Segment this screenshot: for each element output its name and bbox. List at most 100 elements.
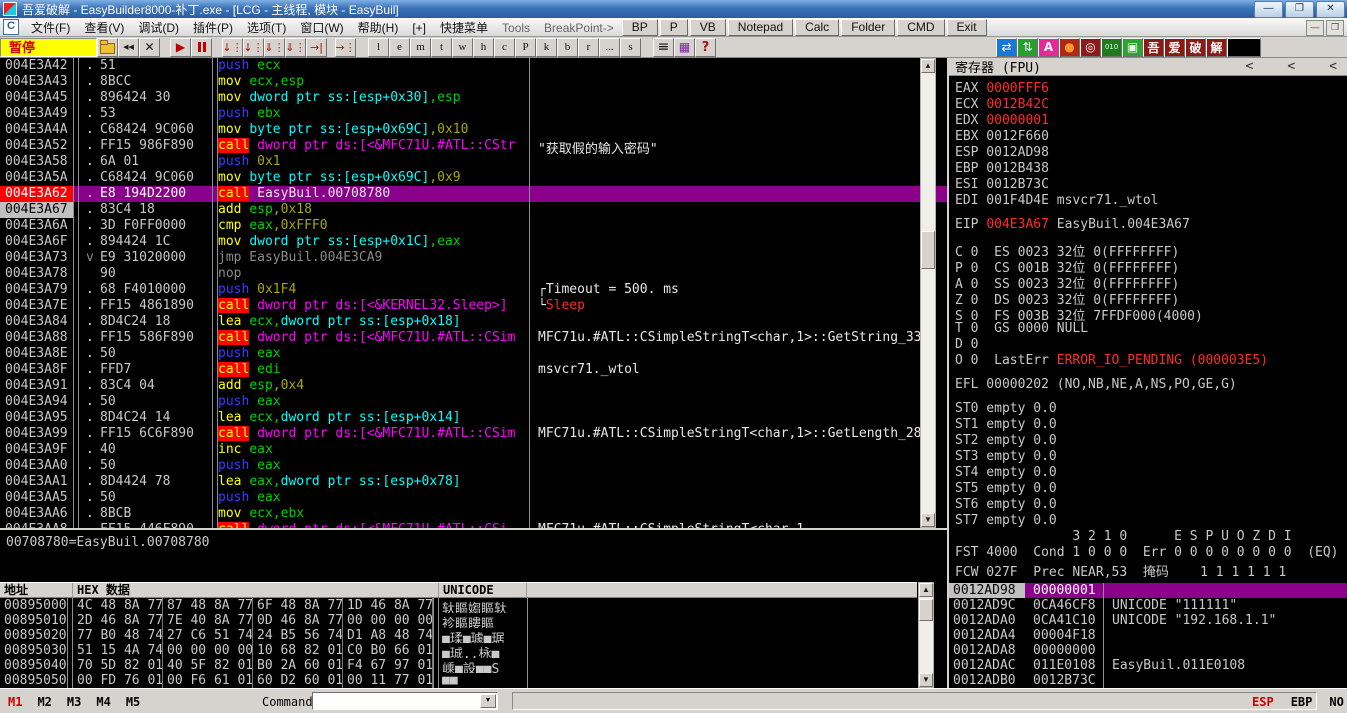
menu-item-2[interactable]: 调试(D) xyxy=(131,21,186,35)
help-button[interactable]: ? xyxy=(695,38,716,57)
run-button[interactable]: ▶ xyxy=(170,38,191,57)
menu-button-notepad[interactable]: Notepad xyxy=(728,19,793,36)
windows-button[interactable]: w xyxy=(452,38,473,57)
menu-item-4[interactable]: 选项(T) xyxy=(240,21,293,35)
disasm-row[interactable]: 004E3A6A.3D F0FF0000cmp eax,0xFFF0 xyxy=(0,218,947,234)
register-line[interactable]: ST0 empty 0.0 xyxy=(955,401,1347,417)
disasm-row[interactable]: 004E3A6F.894424 1Cmov dword ptr ss:[esp+… xyxy=(0,234,947,250)
register-line[interactable]: Z 0 DS 0023 32位 0(FFFFFFFF) xyxy=(955,289,1347,305)
references-button[interactable]: r xyxy=(578,38,599,57)
disassembly-pane[interactable]: 004E3A42.51push ecx004E3A43.8BCCmov ecx,… xyxy=(0,58,947,528)
registers-pane[interactable]: 寄存器 (FPU) <<< EAX 0000FFF6ECX 0012B42CED… xyxy=(947,58,1347,582)
register-line[interactable]: 3 2 1 0 E S P U O Z D I xyxy=(955,529,1347,545)
menu-button-p[interactable]: P xyxy=(660,19,688,36)
pause-button[interactable] xyxy=(191,38,212,57)
register-line[interactable]: FST 4000 Cond 1 0 0 0 Err 0 0 0 0 0 0 0 … xyxy=(955,545,1347,561)
menu-item-3[interactable]: 插件(P) xyxy=(186,21,240,35)
disasm-row[interactable]: 004E3A84.8D4C24 18lea ecx,dword ptr ss:[… xyxy=(0,314,947,330)
dump-row[interactable]: 0089503051 15 4A 7400 00 00 0010 68 82 0… xyxy=(0,643,917,658)
brand-wu-button[interactable]: 吾 xyxy=(1143,38,1164,57)
brand-jie-button[interactable]: 解 xyxy=(1206,38,1227,57)
menu-item-6[interactable]: 帮助(H) xyxy=(351,21,406,35)
disasm-row[interactable]: 004E3A7890nop xyxy=(0,266,947,282)
scroll-up-icon[interactable]: ▲ xyxy=(919,583,933,597)
stack-row[interactable]: 0012ADA400004F18 xyxy=(949,628,1347,643)
stack-row[interactable]: 0012ADAC011E0108EasyBuil.011E0108 xyxy=(949,658,1347,673)
trace-over-button[interactable]: ⇓⋮ xyxy=(285,38,306,57)
handles-button[interactable]: h xyxy=(473,38,494,57)
register-line[interactable]: ST1 empty 0.0 xyxy=(955,417,1347,433)
register-line[interactable]: ST6 empty 0.0 xyxy=(955,497,1347,513)
disasm-row[interactable]: 004E3A45.896424 30mov dword ptr ss:[esp+… xyxy=(0,90,947,106)
brand-ai-button[interactable]: 爱 xyxy=(1164,38,1185,57)
disasm-row[interactable]: 004E3A52.FF15 986F890call dword ptr ds:[… xyxy=(0,138,947,154)
maximize-button[interactable]: ❐ xyxy=(1285,1,1314,18)
register-line[interactable]: D 0 xyxy=(955,337,1347,353)
menu-button-exit[interactable]: Exit xyxy=(947,19,987,36)
stack-row[interactable]: 0012ADA800000000 xyxy=(949,643,1347,658)
disasm-row[interactable]: 004E3A94.50push eax xyxy=(0,394,947,410)
menu-item-0[interactable]: 文件(F) xyxy=(24,21,77,35)
disasm-row[interactable]: 004E3A73vE9 31020000jmp EasyBuil.004E3CA… xyxy=(0,250,947,266)
register-line[interactable]: ESI 0012B73C xyxy=(955,177,1347,193)
plugin-target-button[interactable]: ◎ xyxy=(1080,38,1101,57)
collapse-panel-icon[interactable]: < xyxy=(1246,59,1254,74)
stack-row[interactable]: 0012AD9C0CA46CF8UNICODE "111111" xyxy=(949,598,1347,613)
disasm-row[interactable]: 004E3A5A.C68424 9C060mov byte ptr ss:[es… xyxy=(0,170,947,186)
restart-button[interactable]: ◀◀ xyxy=(118,38,139,57)
plugin-letter-a-button[interactable]: A xyxy=(1038,38,1059,57)
dump-row[interactable]: 008950004C 48 8A 7787 48 8A 776F 48 8A 7… xyxy=(0,598,917,613)
dump-scrollbar[interactable]: ▲ ▼ xyxy=(918,582,934,688)
disasm-row[interactable]: 004E3A9F.40inc eax xyxy=(0,442,947,458)
disasm-row[interactable]: 004E3A8E.50push eax xyxy=(0,346,947,362)
disasm-row[interactable]: 004E3AA1.8D4424 78lea eax,dword ptr ss:[… xyxy=(0,474,947,490)
register-line[interactable]: ST7 empty 0.0 xyxy=(955,513,1347,529)
plugin-binary-button[interactable]: 010 xyxy=(1101,38,1122,57)
menu-button-folder[interactable]: Folder xyxy=(841,19,895,36)
cpu-window-icon[interactable]: C xyxy=(3,19,19,35)
black-box[interactable] xyxy=(1227,38,1261,57)
plugin-grid-button[interactable]: ▦ xyxy=(674,38,695,57)
disasm-row[interactable]: 004E3A4A.C68424 9C060mov byte ptr ss:[es… xyxy=(0,122,947,138)
register-line[interactable]: A 0 SS 0023 32位 0(FFFFFFFF) xyxy=(955,273,1347,289)
menu-item-10[interactable]: BreakPoint-> xyxy=(537,21,621,35)
call-stack-button[interactable]: k xyxy=(536,38,557,57)
trace-into-button[interactable]: ⇓⋮ xyxy=(264,38,285,57)
disasm-row[interactable]: 004E3A67.83C4 18add esp,0x18 xyxy=(0,202,947,218)
patches-button[interactable]: P xyxy=(515,38,536,57)
scroll-up-icon[interactable]: ▲ xyxy=(921,59,935,73)
disasm-row[interactable]: 004E3A79.68 F4010000push 0x1F4┌Timeout =… xyxy=(0,282,947,298)
brand-po-button[interactable]: 破 xyxy=(1185,38,1206,57)
disasm-row[interactable]: 004E3AA0.50push eax xyxy=(0,458,947,474)
hex-dump-pane[interactable]: 008950004C 48 8A 7787 48 8A 776F 48 8A 7… xyxy=(0,598,917,688)
scrollbar-thumb[interactable] xyxy=(921,231,935,269)
disasm-row[interactable]: 004E3A49.53push ebx xyxy=(0,106,947,122)
cpu-window-button[interactable]: c xyxy=(494,38,515,57)
menu-button-calc[interactable]: Calc xyxy=(795,19,839,36)
register-line[interactable]: ST3 empty 0.0 xyxy=(955,449,1347,465)
dropdown-arrow-icon[interactable]: ▼ xyxy=(480,694,496,708)
register-line[interactable]: EAX 0000FFF6 xyxy=(955,81,1347,97)
register-line[interactable]: ST5 empty 0.0 xyxy=(955,481,1347,497)
scroll-down-icon[interactable]: ▼ xyxy=(921,513,935,527)
register-line[interactable]: P 0 CS 001B 32位 0(FFFFFFFF) xyxy=(955,257,1347,273)
register-line[interactable]: ST4 empty 0.0 xyxy=(955,465,1347,481)
register-line[interactable]: EDX 00000001 xyxy=(955,113,1347,129)
disasm-row[interactable]: 004E3A58.6A 01push 0x1 xyxy=(0,154,947,170)
dump-row[interactable]: 0089502077 B0 48 7427 C6 51 7424 B5 56 7… xyxy=(0,628,917,643)
disasm-row[interactable]: 004E3A7E.FF15 4861890call dword ptr ds:[… xyxy=(0,298,947,314)
command-input[interactable]: ▼ xyxy=(312,692,498,710)
plugin-ball-button[interactable]: ● xyxy=(1059,38,1080,57)
disasm-row[interactable]: 004E3A99.FF15 6C6F890call dword ptr ds:[… xyxy=(0,426,947,442)
plugin-swap-arrows-button[interactable]: ⇄ xyxy=(996,38,1017,57)
register-line[interactable]: EIP 004E3A67 EasyBuil.004E3A67 xyxy=(955,217,1347,233)
menu-item-1[interactable]: 查看(V) xyxy=(77,21,131,35)
disasm-row[interactable]: 004E3A88.FF15 586F890call dword ptr ds:[… xyxy=(0,330,947,346)
execute-till-user-code-button[interactable]: →⋮ xyxy=(335,38,356,57)
dump-row[interactable]: 008950102D 46 8A 777E 40 8A 770D 46 8A 7… xyxy=(0,613,917,628)
disasm-row[interactable]: 004E3AA5.50push eax xyxy=(0,490,947,506)
disasm-row[interactable]: 004E3A95.8D4C24 14lea ecx,dword ptr ss:[… xyxy=(0,410,947,426)
executable-modules-button[interactable]: e xyxy=(389,38,410,57)
source-button[interactable]: s xyxy=(620,38,641,57)
step-over-button[interactable]: ↓⋮ xyxy=(243,38,264,57)
